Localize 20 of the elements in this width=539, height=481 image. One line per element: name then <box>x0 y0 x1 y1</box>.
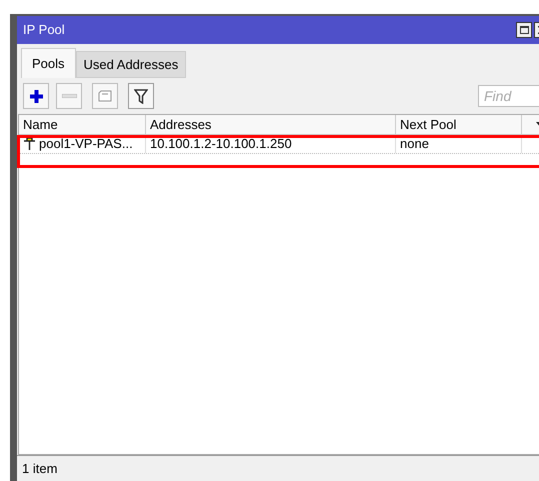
find-field[interactable]: Find <box>478 85 539 107</box>
column-header[interactable]: Addresses <box>146 115 396 134</box>
comment-button[interactable] <box>92 83 118 109</box>
maximize-button[interactable] <box>516 22 532 38</box>
table-cell: none <box>400 135 429 153</box>
column-header[interactable]: Name <box>19 115 146 134</box>
status-text: 1 item <box>22 460 58 478</box>
table-cell: 10.100.1.2-10.100.1.250 <box>150 135 292 153</box>
tab[interactable]: Used Addresses <box>76 51 186 78</box>
column-header[interactable]: Next Pool <box>396 115 522 134</box>
filter-button[interactable] <box>128 83 154 109</box>
table-cell: pool1-VP-PAS... <box>39 135 133 153</box>
tab[interactable]: Pools <box>21 48 76 78</box>
minus-icon <box>62 94 76 98</box>
plus-icon <box>28 88 44 104</box>
pool-icon <box>23 137 36 151</box>
add-button[interactable] <box>23 83 49 109</box>
note-icon <box>98 90 112 102</box>
window-title: IP Pool <box>23 21 65 40</box>
filter-icon <box>134 88 148 104</box>
